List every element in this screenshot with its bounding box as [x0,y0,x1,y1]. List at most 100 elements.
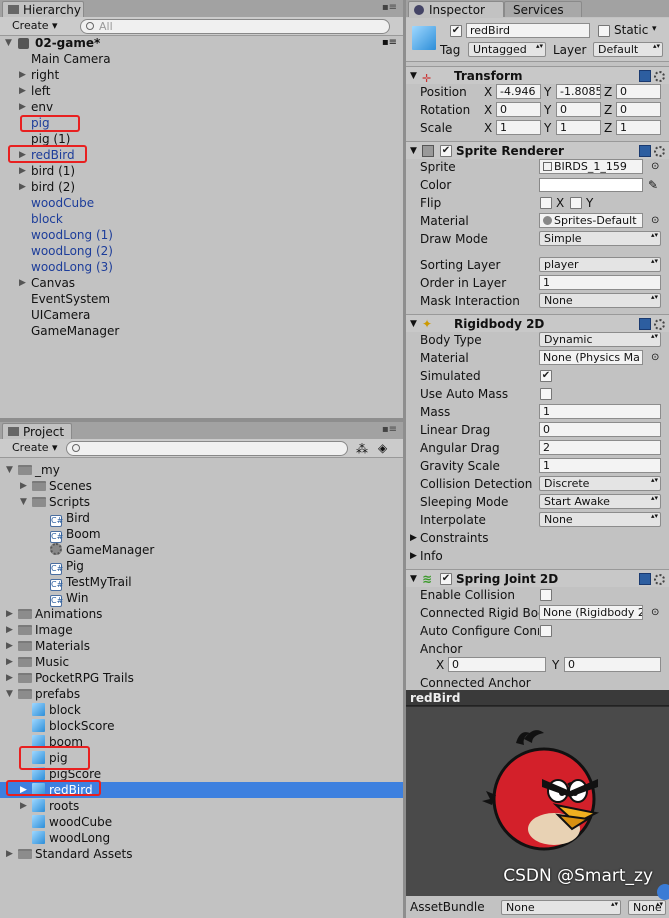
expand-arrow-icon[interactable]: ▶ [6,606,13,622]
expand-arrow-icon[interactable]: ▶ [410,547,417,565]
transform-header[interactable]: ▼ ✛ Transform [406,66,669,85]
hierarchy-item[interactable]: ▶ right [0,67,403,83]
search-input[interactable] [66,441,348,456]
flip-x-checkbox[interactable] [540,197,552,209]
spring-joint-enabled-checkbox[interactable]: ✔ [440,573,452,585]
hierarchy-item[interactable]: GameManager [0,323,403,339]
expand-arrow-icon[interactable]: ▶ [19,99,26,115]
expand-arrow-icon[interactable]: ▼ [5,35,12,51]
position-y-field[interactable]: -1.8085 [556,84,601,99]
linear-drag-field[interactable]: 0 [539,422,661,437]
sprite-renderer-enabled-checkbox[interactable]: ✔ [440,145,452,157]
expand-arrow-icon[interactable]: ▶ [19,67,26,83]
project-item[interactable]: C# Bird [0,510,403,527]
connected-body-field[interactable]: None (Rigidbody 2 [539,605,643,620]
expand-arrow-icon[interactable]: ▶ [6,638,13,654]
project-item[interactable]: block [0,702,403,718]
project-item[interactable]: C# Boom [0,526,403,543]
filter-by-type-icon[interactable]: ⁂ [356,442,368,456]
scale-x-field[interactable]: 1 [496,120,541,135]
expand-arrow-icon[interactable]: ▶ [410,529,417,547]
order-in-layer-field[interactable]: 1 [539,275,661,290]
tab-project[interactable]: Project [2,423,72,439]
project-item[interactable]: ▶ PocketRPG Trails [0,670,403,686]
rigidbody-header[interactable]: ▼ ✦ Rigidbody 2D [406,314,669,332]
sorting-layer-dropdown[interactable]: player [539,257,661,272]
hierarchy-item[interactable]: ▶ bird (2) [0,179,403,195]
panel-menu-icon[interactable]: ▪≡ [382,424,397,435]
tab-hierarchy[interactable]: Hierarchy [2,1,84,17]
flip-y-checkbox[interactable] [570,197,582,209]
gear-icon[interactable] [654,319,665,330]
body-type-dropdown[interactable]: Dynamic [539,332,661,347]
hierarchy-item[interactable]: ▶ left [0,83,403,99]
anchor-y-field[interactable]: 0 [564,657,661,672]
gear-icon[interactable] [654,146,665,157]
project-item[interactable]: woodCube [0,814,403,830]
panel-menu-icon[interactable]: ▪≡ [382,2,397,13]
position-z-field[interactable]: 0 [616,84,661,99]
project-item[interactable]: GameManager [0,542,403,558]
expand-arrow-icon[interactable]: ▶ [6,670,13,686]
object-picker-icon[interactable]: ⊙ [651,604,659,622]
create-button[interactable]: Create ▾ [8,19,62,34]
expand-arrow-icon[interactable]: ▶ [20,798,27,814]
tag-dropdown[interactable]: Untagged [468,42,546,57]
auto-mass-checkbox[interactable] [540,388,552,400]
help-book-icon[interactable] [639,70,651,82]
object-picker-icon[interactable]: ⊙ [651,349,659,367]
angular-drag-field[interactable]: 2 [539,440,661,455]
eyedropper-icon[interactable]: ✎ [648,176,658,194]
project-item[interactable]: blockScore [0,718,403,734]
rotation-x-field[interactable]: 0 [496,102,541,117]
simulated-checkbox[interactable]: ✔ [540,370,552,382]
hierarchy-item[interactable]: Main Camera [0,51,403,67]
scale-z-field[interactable]: 1 [616,120,661,135]
expand-arrow-icon[interactable]: ▶ [19,275,26,291]
object-picker-icon[interactable]: ⊙ [651,212,659,230]
project-item[interactable]: C# Win [0,590,403,607]
project-item[interactable]: ▶ Scenes [0,478,403,494]
gear-icon[interactable] [654,71,665,82]
help-book-icon[interactable] [639,145,651,157]
color-swatch[interactable] [539,178,643,192]
draw-mode-dropdown[interactable]: Simple [539,231,661,246]
mass-field[interactable]: 1 [539,404,661,419]
sleeping-mode-dropdown[interactable]: Start Awake [539,494,661,509]
preview-area[interactable]: CSDN @Smart_zy [406,707,669,896]
anchor-x-field[interactable]: 0 [448,657,546,672]
auto-configure-checkbox[interactable] [540,625,552,637]
expand-arrow-icon[interactable]: ▶ [6,654,13,670]
scene-row[interactable]: ▼ 02-game* ▪≡ [0,35,403,51]
project-item[interactable]: woodLong [0,830,403,846]
project-item[interactable]: ▶ roots [0,798,403,814]
project-item[interactable]: C# Pig [0,558,403,575]
expand-arrow-icon[interactable]: ▶ [6,846,13,862]
search-input[interactable]: All [80,19,390,34]
material-field[interactable]: Sprites-Default [539,213,643,228]
constraints-row[interactable]: ▶ Constraints [406,529,669,547]
hierarchy-item[interactable]: ▶ env [0,99,403,115]
scale-y-field[interactable]: 1 [556,120,601,135]
object-name-field[interactable]: redBird [466,23,590,38]
collision-detection-dropdown[interactable]: Discrete [539,476,661,491]
hierarchy-item[interactable]: UICamera [0,307,403,323]
mask-interaction-dropdown[interactable]: None [539,293,661,308]
expand-arrow-icon[interactable]: ▶ [19,83,26,99]
hierarchy-item[interactable]: block [0,211,403,227]
help-book-icon[interactable] [639,573,651,585]
create-button[interactable]: Create ▾ [8,441,62,456]
expand-arrow-icon[interactable]: ▶ [19,179,26,195]
position-x-field[interactable]: -4.946 [496,84,541,99]
sprite-renderer-header[interactable]: ▼ ✔ Sprite Renderer [406,141,669,159]
project-item[interactable]: ▶ Music [0,654,403,670]
horizontal-splitter[interactable] [0,418,403,422]
hierarchy-item[interactable]: EventSystem [0,291,403,307]
expand-arrow-icon[interactable]: ▼ [20,494,27,510]
expand-arrow-icon[interactable]: ▼ [6,462,13,478]
asset-bundle-dropdown[interactable]: None [501,900,621,915]
project-item[interactable]: C# TestMyTrail [0,574,403,591]
expand-arrow-icon[interactable]: ▶ [20,478,27,494]
info-row[interactable]: ▶ Info [406,547,669,565]
hierarchy-item[interactable]: woodLong (1) [0,227,403,243]
